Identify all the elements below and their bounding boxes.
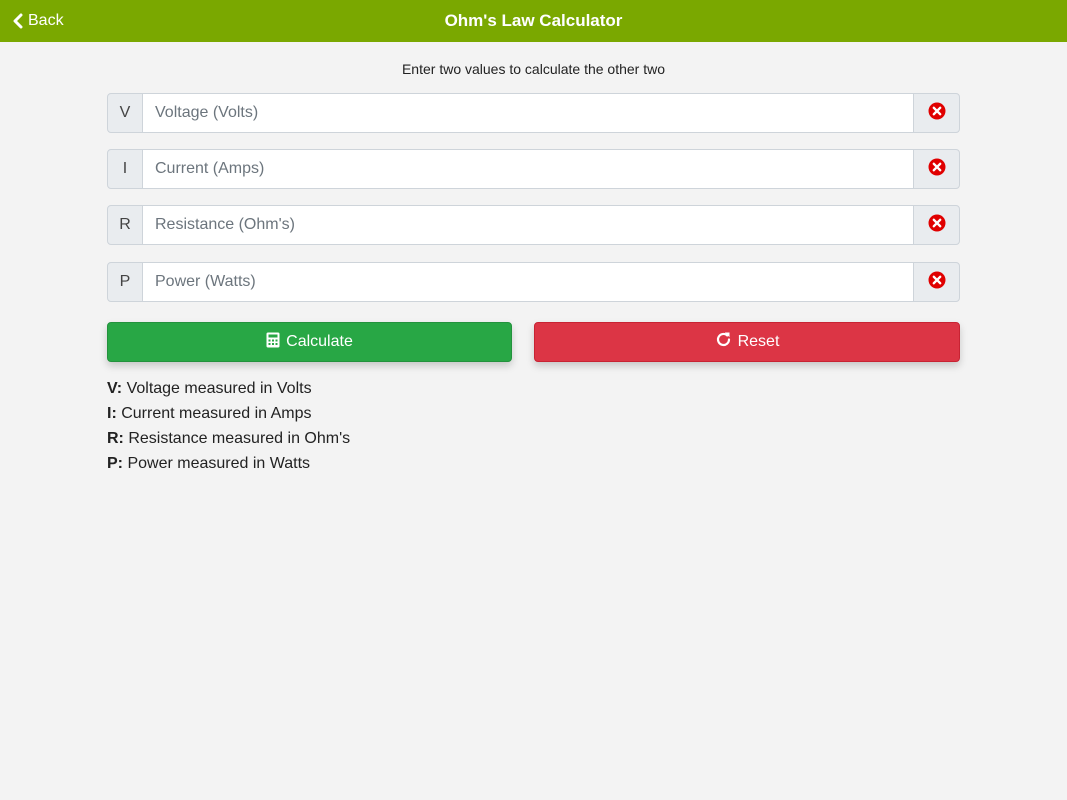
back-label: Back: [28, 12, 64, 29]
resistance-input[interactable]: [143, 205, 913, 245]
legend-item-current: I: Current measured in Amps: [107, 401, 350, 426]
power-input[interactable]: [143, 262, 913, 302]
power-field: P: [107, 262, 960, 302]
legend-item-resistance: R: Resistance measured in Ohm's: [107, 426, 350, 451]
current-input[interactable]: [143, 149, 913, 189]
legend-key: V:: [107, 380, 123, 397]
calculator-icon: [266, 332, 280, 353]
chevron-left-icon: [12, 13, 24, 29]
back-button[interactable]: Back: [12, 0, 64, 42]
resistance-clear-button[interactable]: [913, 205, 960, 245]
legend-item-voltage: V: Voltage measured in Volts: [107, 376, 350, 401]
legend-key: R:: [107, 430, 124, 447]
power-prefix: P: [107, 262, 143, 302]
legend-item-power: P: Power measured in Watts: [107, 451, 350, 476]
instructions-text: Enter two values to calculate the other …: [401, 61, 666, 77]
resistance-field: R: [107, 205, 960, 245]
voltage-input[interactable]: [143, 93, 913, 133]
voltage-clear-button[interactable]: [913, 93, 960, 133]
current-field: I: [107, 149, 960, 189]
legend: V: Voltage measured in Volts I: Current …: [107, 376, 350, 476]
times-circle-icon: [928, 102, 946, 125]
current-clear-button[interactable]: [913, 149, 960, 189]
power-clear-button[interactable]: [913, 262, 960, 302]
redo-icon: [715, 331, 732, 353]
reset-label: Reset: [737, 333, 780, 350]
reset-button[interactable]: Reset: [534, 322, 960, 362]
legend-text: Current measured in Amps: [116, 405, 312, 422]
resistance-prefix: R: [107, 205, 143, 245]
times-circle-icon: [928, 271, 946, 294]
legend-key: I:: [107, 405, 117, 422]
legend-text: Voltage measured in Volts: [122, 380, 312, 397]
calculate-button[interactable]: Calculate: [107, 322, 512, 362]
legend-key: P:: [107, 455, 123, 472]
times-circle-icon: [928, 158, 946, 181]
voltage-prefix: V: [107, 93, 143, 133]
page-title: Ohm's Law Calculator: [444, 11, 623, 30]
legend-text: Resistance measured in Ohm's: [123, 430, 351, 447]
times-circle-icon: [928, 214, 946, 237]
current-prefix: I: [107, 149, 143, 189]
voltage-field: V: [107, 93, 960, 133]
app-header: Back Ohm's Law Calculator: [0, 0, 1067, 42]
legend-text: Power measured in Watts: [123, 455, 311, 472]
calculate-label: Calculate: [286, 333, 353, 350]
